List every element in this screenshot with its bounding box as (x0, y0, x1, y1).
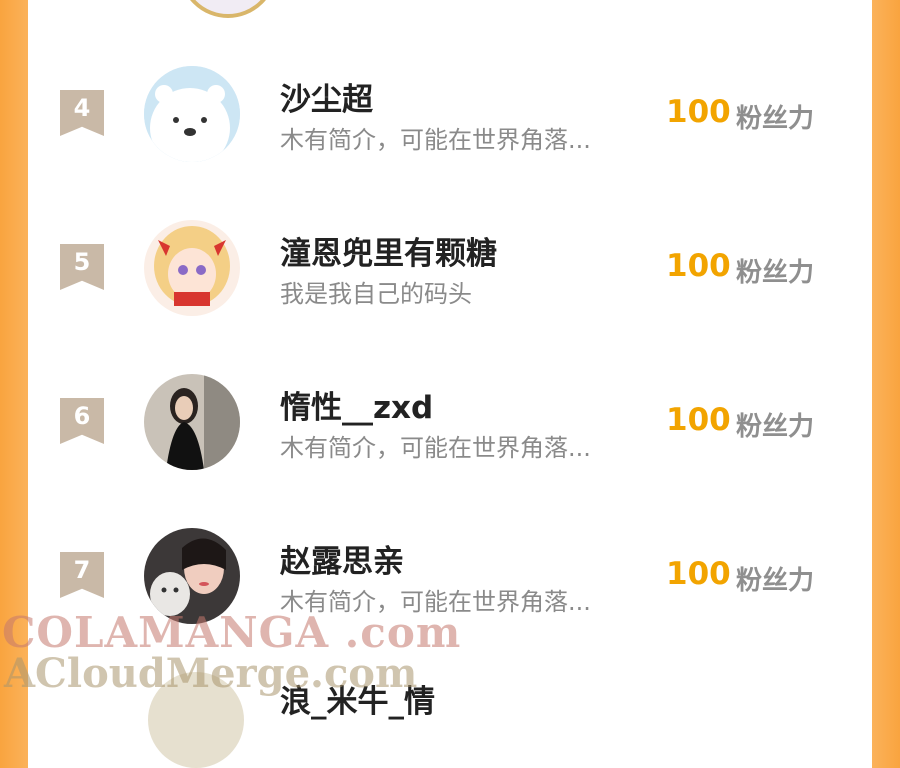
fan-score: 100 (666, 402, 731, 438)
polar-bear-avatar[interactable] (144, 66, 240, 162)
user-bio: 我是我自己的码头 (280, 280, 472, 308)
user-bio: 木有简介，可能在世界角落... (280, 126, 591, 154)
anime-girl-avatar[interactable] (144, 220, 240, 316)
fan-score-unit: 粉丝力 (736, 412, 815, 442)
rank-badge: 5 (60, 244, 104, 290)
user-name[interactable]: 沙尘超 (280, 74, 373, 119)
previous-user-avatar[interactable] (179, 0, 277, 18)
ranking-row-6[interactable]: 6 惰性__zxd 木有简介，可能在世界角落... 100 粉丝力 (28, 350, 872, 490)
rank-badge: 4 (60, 90, 104, 136)
ranking-panel: 4 沙尘超 木有简介，可能在世界角落... 100 粉丝力 5 潼恩兜里有颗糖 … (28, 0, 872, 702)
rank-number: 5 (73, 248, 91, 276)
user-name[interactable]: 赵露思亲 (280, 536, 404, 581)
ranking-row-5[interactable]: 5 潼恩兜里有颗糖 我是我自己的码头 100 粉丝力 (28, 196, 872, 336)
rank-number: 4 (73, 94, 91, 122)
user-bio: 木有简介，可能在世界角落... (280, 434, 591, 462)
rank-badge: 6 (60, 398, 104, 444)
rank-number: 6 (73, 402, 91, 430)
rank-badge: 7 (60, 552, 104, 598)
fan-score-unit: 粉丝力 (736, 104, 815, 134)
fan-score: 100 (666, 556, 731, 592)
rank-number: 7 (73, 556, 91, 584)
fan-score-unit: 粉丝力 (736, 258, 815, 288)
photo-woman-avatar[interactable] (144, 374, 240, 470)
fan-score: 100 (666, 94, 731, 130)
fan-score: 100 (666, 248, 731, 284)
user-name[interactable]: 惰性__zxd (280, 382, 433, 427)
watermark-acloudmerge: ACloudMerge.com (4, 650, 418, 697)
ranking-row-4[interactable]: 4 沙尘超 木有简介，可能在世界角落... 100 粉丝力 (28, 42, 872, 182)
fan-score-unit: 粉丝力 (736, 566, 815, 596)
user-name[interactable]: 潼恩兜里有颗糖 (280, 228, 497, 273)
